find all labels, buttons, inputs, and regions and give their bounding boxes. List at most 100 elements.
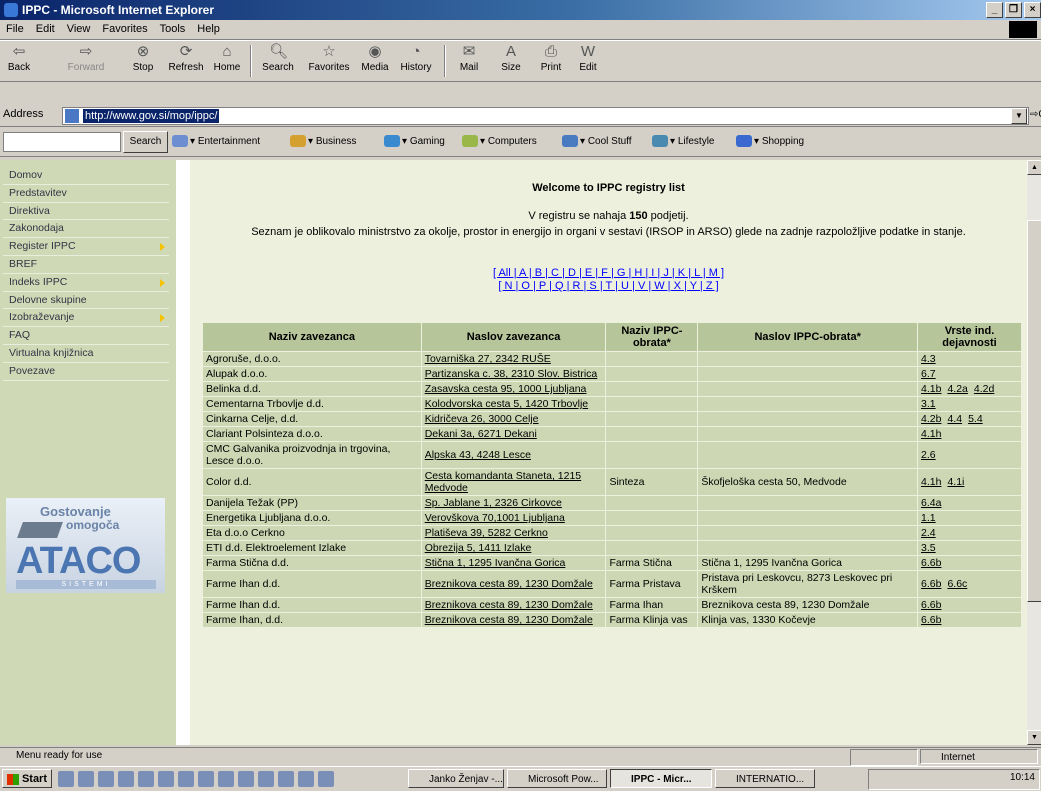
search-input[interactable] [3,132,121,152]
sidebar-item-zakonodaja[interactable]: Zakonodaja [3,220,169,239]
size-button[interactable]: A Size [496,43,526,79]
sidebar-item-povezave[interactable]: Povezave [3,363,169,381]
activity-codes-cell[interactable]: 4.2b 4.4 5.4 [917,411,1022,427]
edit-button[interactable]: W Edit [573,43,603,79]
quick-launch-icon[interactable] [178,771,194,787]
sidebar-item-faq[interactable]: FAQ [3,327,169,345]
company-address-cell[interactable]: Zasavska cesta 95, 1000 Ljubljana [420,381,607,397]
channel-lifestyle[interactable]: ▾ Lifestyle [652,135,715,149]
vertical-scrollbar[interactable]: ▲ ▼ [1027,160,1041,745]
activity-code-link[interactable]: 6.7 [921,368,936,380]
stop-button[interactable]: ⊗ Stop [128,43,158,79]
sidebar-item-virtualna-knjiznica[interactable]: Virtualna knjižnica [3,345,169,363]
menu-file[interactable]: File [0,20,30,39]
favorites-button[interactable]: ☆ Favorites [305,43,353,79]
activity-codes-cell[interactable]: 6.6b [917,612,1022,628]
activity-codes-cell[interactable]: 6.6b 6.6c [917,570,1022,598]
activity-code-link[interactable]: 4.1i [947,476,964,488]
menu-help[interactable]: Help [191,20,226,39]
company-address-cell[interactable]: Sp. Jablane 1, 2326 Cirkovce [420,495,607,511]
quick-launch-icon[interactable] [58,771,74,787]
sidebar-item-register-ippc[interactable]: Register IPPC [3,238,169,256]
activity-code-link[interactable]: 3.1 [921,398,936,410]
activity-code-link[interactable]: 4.1b [921,383,941,395]
quick-launch-icon[interactable] [98,771,114,787]
quick-launch-icon[interactable] [278,771,294,787]
quick-launch-icon[interactable] [238,771,254,787]
activity-codes-cell[interactable]: 3.5 [917,540,1022,556]
taskbar-item-janko[interactable]: Janko Ženjav -... [408,769,504,788]
activity-code-link[interactable]: 4.2b [921,413,941,425]
company-address-cell[interactable]: Stična 1, 1295 Ivančna Gorica [420,555,607,571]
company-address-cell[interactable]: Verovškova 70,1001 Ljubljana [420,510,607,526]
activity-code-link[interactable]: 4.4 [947,413,962,425]
taskbar-item-ippc[interactable]: IPPC - Micr... [610,769,712,788]
company-address-cell[interactable]: Partizanska c. 38, 2310 Slov. Bistrica [420,366,607,382]
company-address-cell[interactable]: Breznikova cesta 89, 1230 Domžale [420,597,607,613]
sidebar-item-direktiva[interactable]: Direktiva [3,203,169,221]
company-address-cell[interactable]: Obrezija 5, 1411 Izlake [420,540,607,556]
quick-launch-icon[interactable] [318,771,334,787]
quick-launch-icon[interactable] [78,771,94,787]
activity-codes-cell[interactable]: 4.3 [917,351,1022,367]
activity-code-link[interactable]: 6.6b [921,578,941,590]
menu-favorites[interactable]: Favorites [96,20,153,39]
maximize-button[interactable]: ❐ [1005,2,1022,18]
company-address-cell[interactable]: Platiševa 39, 5282 Cerkno [420,525,607,541]
search-submit-button[interactable]: Search [123,131,168,153]
activity-code-link[interactable]: 4.2d [974,383,994,395]
activity-codes-cell[interactable]: 3.1 [917,396,1022,412]
mail-button[interactable]: ✉ Mail [452,43,486,79]
search-button[interactable]: 🔍︎ Search [258,43,298,79]
activity-code-link[interactable]: 2.4 [921,527,936,539]
alphabet-links-row-1[interactable]: [ All | A | B | C | D | E | F | G | H | … [493,267,724,279]
quick-launch-icon[interactable] [158,771,174,787]
history-button[interactable]: ◔ History [398,43,434,79]
activity-code-link[interactable]: 2.6 [921,449,936,461]
menu-view[interactable]: View [61,20,97,39]
back-button[interactable]: ⇦ Back [4,43,34,79]
start-button[interactable]: Start [2,769,52,788]
company-address-cell[interactable]: Dekani 3a, 6271 Dekani [420,426,607,442]
channel-computers[interactable]: ▾ Computers [462,135,537,149]
close-button[interactable]: × [1024,2,1041,18]
forward-button[interactable]: ⇨ Forward [64,43,108,79]
activity-code-link[interactable]: 6.4a [921,497,941,509]
activity-codes-cell[interactable]: 2.4 [917,525,1022,541]
print-button[interactable]: ⎙ Print [536,43,566,79]
activity-codes-cell[interactable]: 2.6 [917,441,1022,469]
refresh-button[interactable]: ⟳ Refresh [167,43,205,79]
activity-codes-cell[interactable]: 4.1b 4.2a 4.2d [917,381,1022,397]
company-address-cell[interactable]: Alpska 43, 4248 Lesce [420,441,607,469]
taskbar-item-powerpoint[interactable]: Microsoft Pow... [507,769,607,788]
company-address-cell[interactable]: Breznikova cesta 89, 1230 Domžale [420,570,607,598]
company-address-cell[interactable]: Tovarniška 27, 2342 RUŠE [420,351,607,367]
activity-code-link[interactable]: 4.1h [921,476,941,488]
scroll-up-icon[interactable]: ▲ [1027,160,1041,175]
quick-launch-icon[interactable] [138,771,154,787]
activity-code-link[interactable]: 6.6b [921,614,941,626]
scroll-down-icon[interactable]: ▼ [1027,730,1041,745]
sidebar-item-bref[interactable]: BREF [3,256,169,274]
activity-codes-cell[interactable]: 6.6b [917,555,1022,571]
activity-code-link[interactable]: 6.6b [921,557,941,569]
company-address-cell[interactable]: Breznikova cesta 89, 1230 Domžale [420,612,607,628]
channel-gaming[interactable]: ▾ Gaming [384,135,445,149]
sponsor-logo[interactable]: Gostovanje omogoča ATACO SISTEMI [6,498,165,593]
channel-cool-stuff[interactable]: ▾ Cool Stuff [562,135,632,149]
sidebar-item-domov[interactable]: Domov [3,167,169,185]
go-button[interactable]: ⇨Go [1030,109,1041,120]
activity-codes-cell[interactable]: 6.6b [917,597,1022,613]
activity-codes-cell[interactable]: 6.4a [917,495,1022,511]
sidebar-item-delovne-skupine[interactable]: Delovne skupine [3,292,169,310]
media-button[interactable]: ◉ Media [359,43,391,79]
activity-code-link[interactable]: 4.2a [947,383,967,395]
channel-entertainment[interactable]: ▾ Entertainment [172,135,260,149]
menu-tools[interactable]: Tools [154,20,192,39]
menu-edit[interactable]: Edit [30,20,61,39]
sidebar-item-predstavitev[interactable]: Predstavitev [3,185,169,203]
sidebar-item-izobrazevanje[interactable]: Izobraževanje [3,309,169,328]
quick-launch-icon[interactable] [298,771,314,787]
address-input[interactable]: http://www.gov.si/mop/ippc/ ▼ [62,107,1029,125]
minimize-button[interactable]: _ [986,2,1003,18]
